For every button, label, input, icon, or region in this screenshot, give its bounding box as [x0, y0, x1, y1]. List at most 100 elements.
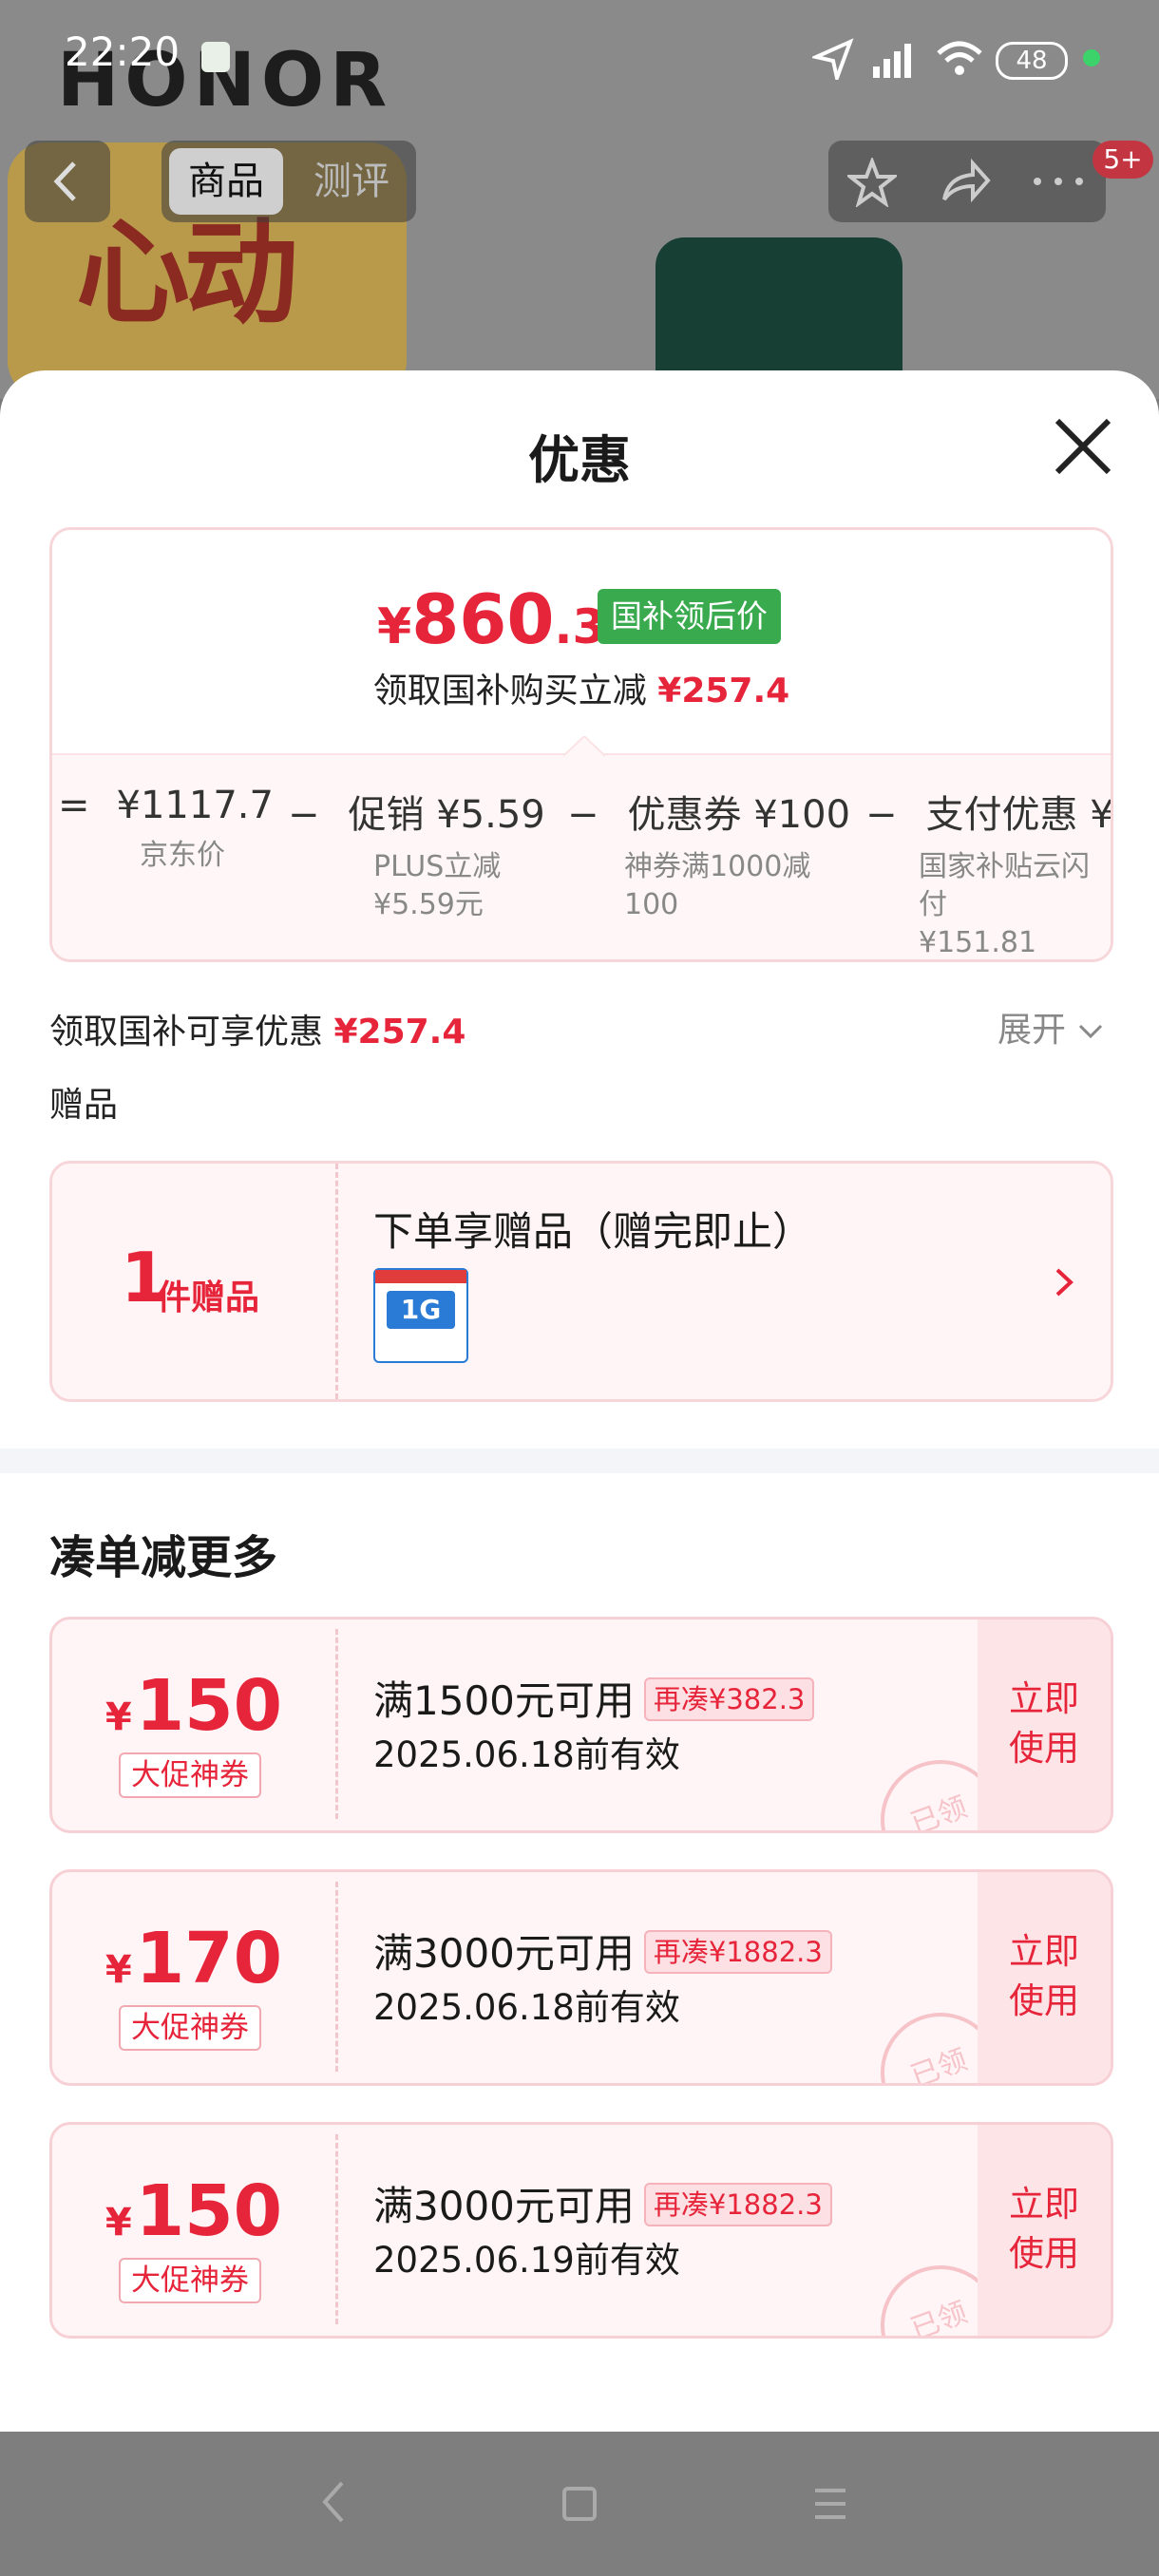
more-section-title: 凑单减更多	[49, 1531, 278, 1584]
pointer-arrow	[563, 736, 605, 757]
page-tabs: 商品 测评	[162, 141, 416, 222]
breakdown-label: 国家补贴云闪付 ¥151.81	[919, 850, 1090, 959]
coupon-currency: ¥	[104, 2201, 132, 2245]
coupon-remaining-badge: 再凑¥1882.3	[643, 2183, 832, 2226]
price-summary-card: ¥860.3 国补领后价 领取国补购买立减 ¥257.4 = ¥1117.7 京东…	[49, 527, 1113, 962]
chevron-left-icon	[53, 161, 76, 201]
breakdown-item-promo: − 促销 ¥5.59 PLUS立减 ¥5.59元	[288, 784, 545, 924]
coupon-divider	[335, 2134, 338, 2324]
coupon-condition: 满3000元可用 再凑¥1882.3	[373, 1922, 832, 1979]
breakdown-value: 促销 ¥5.59	[348, 793, 545, 837]
coupon-amount-value: 150	[135, 2170, 283, 2252]
coupon-remaining-badge: 再凑¥382.3	[643, 1677, 815, 1721]
coupon-tag: 大促神券	[119, 2258, 261, 2303]
breakdown-label: 神券满1000减 100	[624, 850, 811, 921]
price-currency: ¥	[377, 598, 412, 655]
coupon-amount: ¥150	[52, 2170, 335, 2252]
use-coupon-label: 立即使用	[1009, 2184, 1079, 2274]
coupon-amount-value: 170	[135, 1918, 283, 1999]
coupon-currency: ¥	[104, 1695, 132, 1739]
coupon-tag: 大促神券	[119, 2005, 261, 2051]
nav-menu-icon[interactable]	[809, 2483, 851, 2525]
gift-thumbnail: 1G	[373, 1268, 468, 1363]
location-icon	[812, 38, 854, 80]
use-coupon-button[interactable]: 立即使用	[978, 1619, 1111, 1830]
notification-icon	[201, 42, 230, 72]
gift-card[interactable]: 1 件赠品 下单享赠品（赠完即止） 1G	[49, 1161, 1113, 1402]
use-coupon-label: 立即使用	[1009, 1678, 1079, 1769]
share-icon[interactable]	[939, 158, 992, 207]
use-coupon-button[interactable]: 立即使用	[978, 2125, 1111, 2336]
coupon-remaining-badge: 再凑¥1882.3	[643, 1930, 832, 1974]
breakdown-operator: =	[58, 784, 90, 827]
tab-product[interactable]: 商品	[169, 148, 283, 215]
gift-count-unit: 件赠品	[157, 1279, 260, 1317]
breakdown-value: 优惠券 ¥100	[627, 793, 851, 837]
back-button[interactable]	[25, 141, 110, 222]
price-integer: 860	[411, 579, 555, 659]
breakdown-label: PLUS立减 ¥5.59元	[373, 850, 502, 921]
coupon-validity: 2025.06.18前有效	[373, 1734, 680, 1775]
breakdown-operator: −	[865, 793, 898, 837]
coupon-divider	[335, 1882, 338, 2072]
breakdown-value: ¥1117.7	[116, 784, 274, 827]
breakdown-label: 京东价	[140, 839, 225, 872]
coupon-card: ¥150 大促神券 满3000元可用 再凑¥1882.3 2025.06.19前有…	[49, 2122, 1113, 2339]
coupon-condition-text: 满3000元可用	[373, 1930, 635, 1977]
final-price-area: ¥860.3 国补领后价 领取国补购买立减 ¥257.4	[52, 530, 1111, 753]
coupon-currency: ¥	[104, 1948, 132, 1992]
nav-home-icon[interactable]	[559, 2483, 600, 2525]
gift-thumbnail-label: 1G	[387, 1291, 455, 1329]
subsidy-price-badge: 国补领后价	[598, 589, 781, 644]
chevron-down-icon	[1079, 1024, 1103, 1039]
price-subtitle: 领取国补购买立减 ¥257.4	[52, 663, 1111, 712]
sheet-title: 优惠	[528, 430, 631, 490]
chevron-right-icon	[1055, 1268, 1074, 1297]
gift-count: 1 件赠品	[52, 1164, 335, 1399]
subsidy-row: 领取国补可享优惠 ¥257.4	[49, 1004, 466, 1053]
coupon-condition: 满1500元可用 再凑¥382.3	[373, 1669, 815, 1727]
final-price: ¥860.3	[377, 579, 605, 659]
breakdown-operator: −	[567, 793, 599, 837]
breakdown-item-jd-price: = ¥1117.7 京东价	[58, 784, 274, 875]
coupon-validity: 2025.06.19前有效	[373, 2240, 680, 2281]
status-time: 22:20	[65, 28, 180, 75]
nav-back-icon[interactable]	[314, 2475, 352, 2529]
section-separator	[0, 1449, 1159, 1473]
gift-title: 下单享赠品（赠完即止）	[373, 1208, 813, 1255]
expand-label: 展开	[998, 1011, 1067, 1050]
gift-section-title: 赠品	[49, 1086, 119, 1125]
coupon-card: ¥150 大促神券 满1500元可用 再凑¥382.3 2025.06.18前有效…	[49, 1617, 1113, 1833]
coupon-tag: 大促神券	[119, 1752, 261, 1798]
coupon-condition: 满3000元可用 再凑¥1882.3	[373, 2174, 832, 2232]
system-nav-bar	[0, 2432, 1159, 2576]
expand-button[interactable]: 展开	[998, 1002, 1105, 1051]
signal-icon	[873, 44, 911, 78]
subsidy-label: 领取国补可享优惠	[49, 1013, 324, 1051]
close-icon[interactable]	[1050, 413, 1116, 480]
coupon-card: ¥170 大促神券 满3000元可用 再凑¥1882.3 2025.06.18前有…	[49, 1869, 1113, 2086]
star-icon[interactable]	[847, 158, 897, 207]
coupon-amount: ¥170	[52, 1918, 335, 1999]
breakdown-item-coupon: − 优惠券 ¥100 神券满1000减 100	[567, 784, 850, 924]
breakdown-value: 支付优惠 ¥	[925, 793, 1113, 837]
tab-review[interactable]: 测评	[294, 148, 408, 215]
more-icon[interactable]	[1030, 169, 1087, 194]
coupon-amount: ¥150	[52, 1665, 335, 1747]
coupon-condition-text: 满1500元可用	[373, 1677, 635, 1724]
gift-thumbnail-header	[375, 1270, 466, 1283]
price-breakdown: = ¥1117.7 京东价 − 促销 ¥5.59 PLUS立减 ¥5.59元 − 优惠…	[52, 736, 1113, 959]
price-subtitle-text: 领取国补购买立减	[372, 672, 647, 710]
price-subtitle-amount: ¥257.4	[657, 672, 790, 710]
battery-icon: 48	[996, 42, 1068, 80]
coupon-divider	[335, 1629, 338, 1819]
use-coupon-button[interactable]: 立即使用	[978, 1872, 1111, 2083]
use-coupon-label: 立即使用	[1009, 1931, 1079, 2021]
breakdown-item-payment: − 支付优惠 ¥ 国家补贴云闪付 ¥151.81	[865, 784, 1113, 959]
coupon-condition-text: 满3000元可用	[373, 2183, 635, 2229]
coupon-validity: 2025.06.18前有效	[373, 1987, 680, 2028]
breakdown-operator: −	[288, 793, 320, 837]
discount-sheet: 优惠 ¥860.3 国补领后价 领取国补购买立减 ¥257.4 = ¥1117.7…	[0, 370, 1159, 2432]
wifi-icon	[937, 41, 982, 75]
cart-badge: 5+	[1092, 141, 1153, 179]
